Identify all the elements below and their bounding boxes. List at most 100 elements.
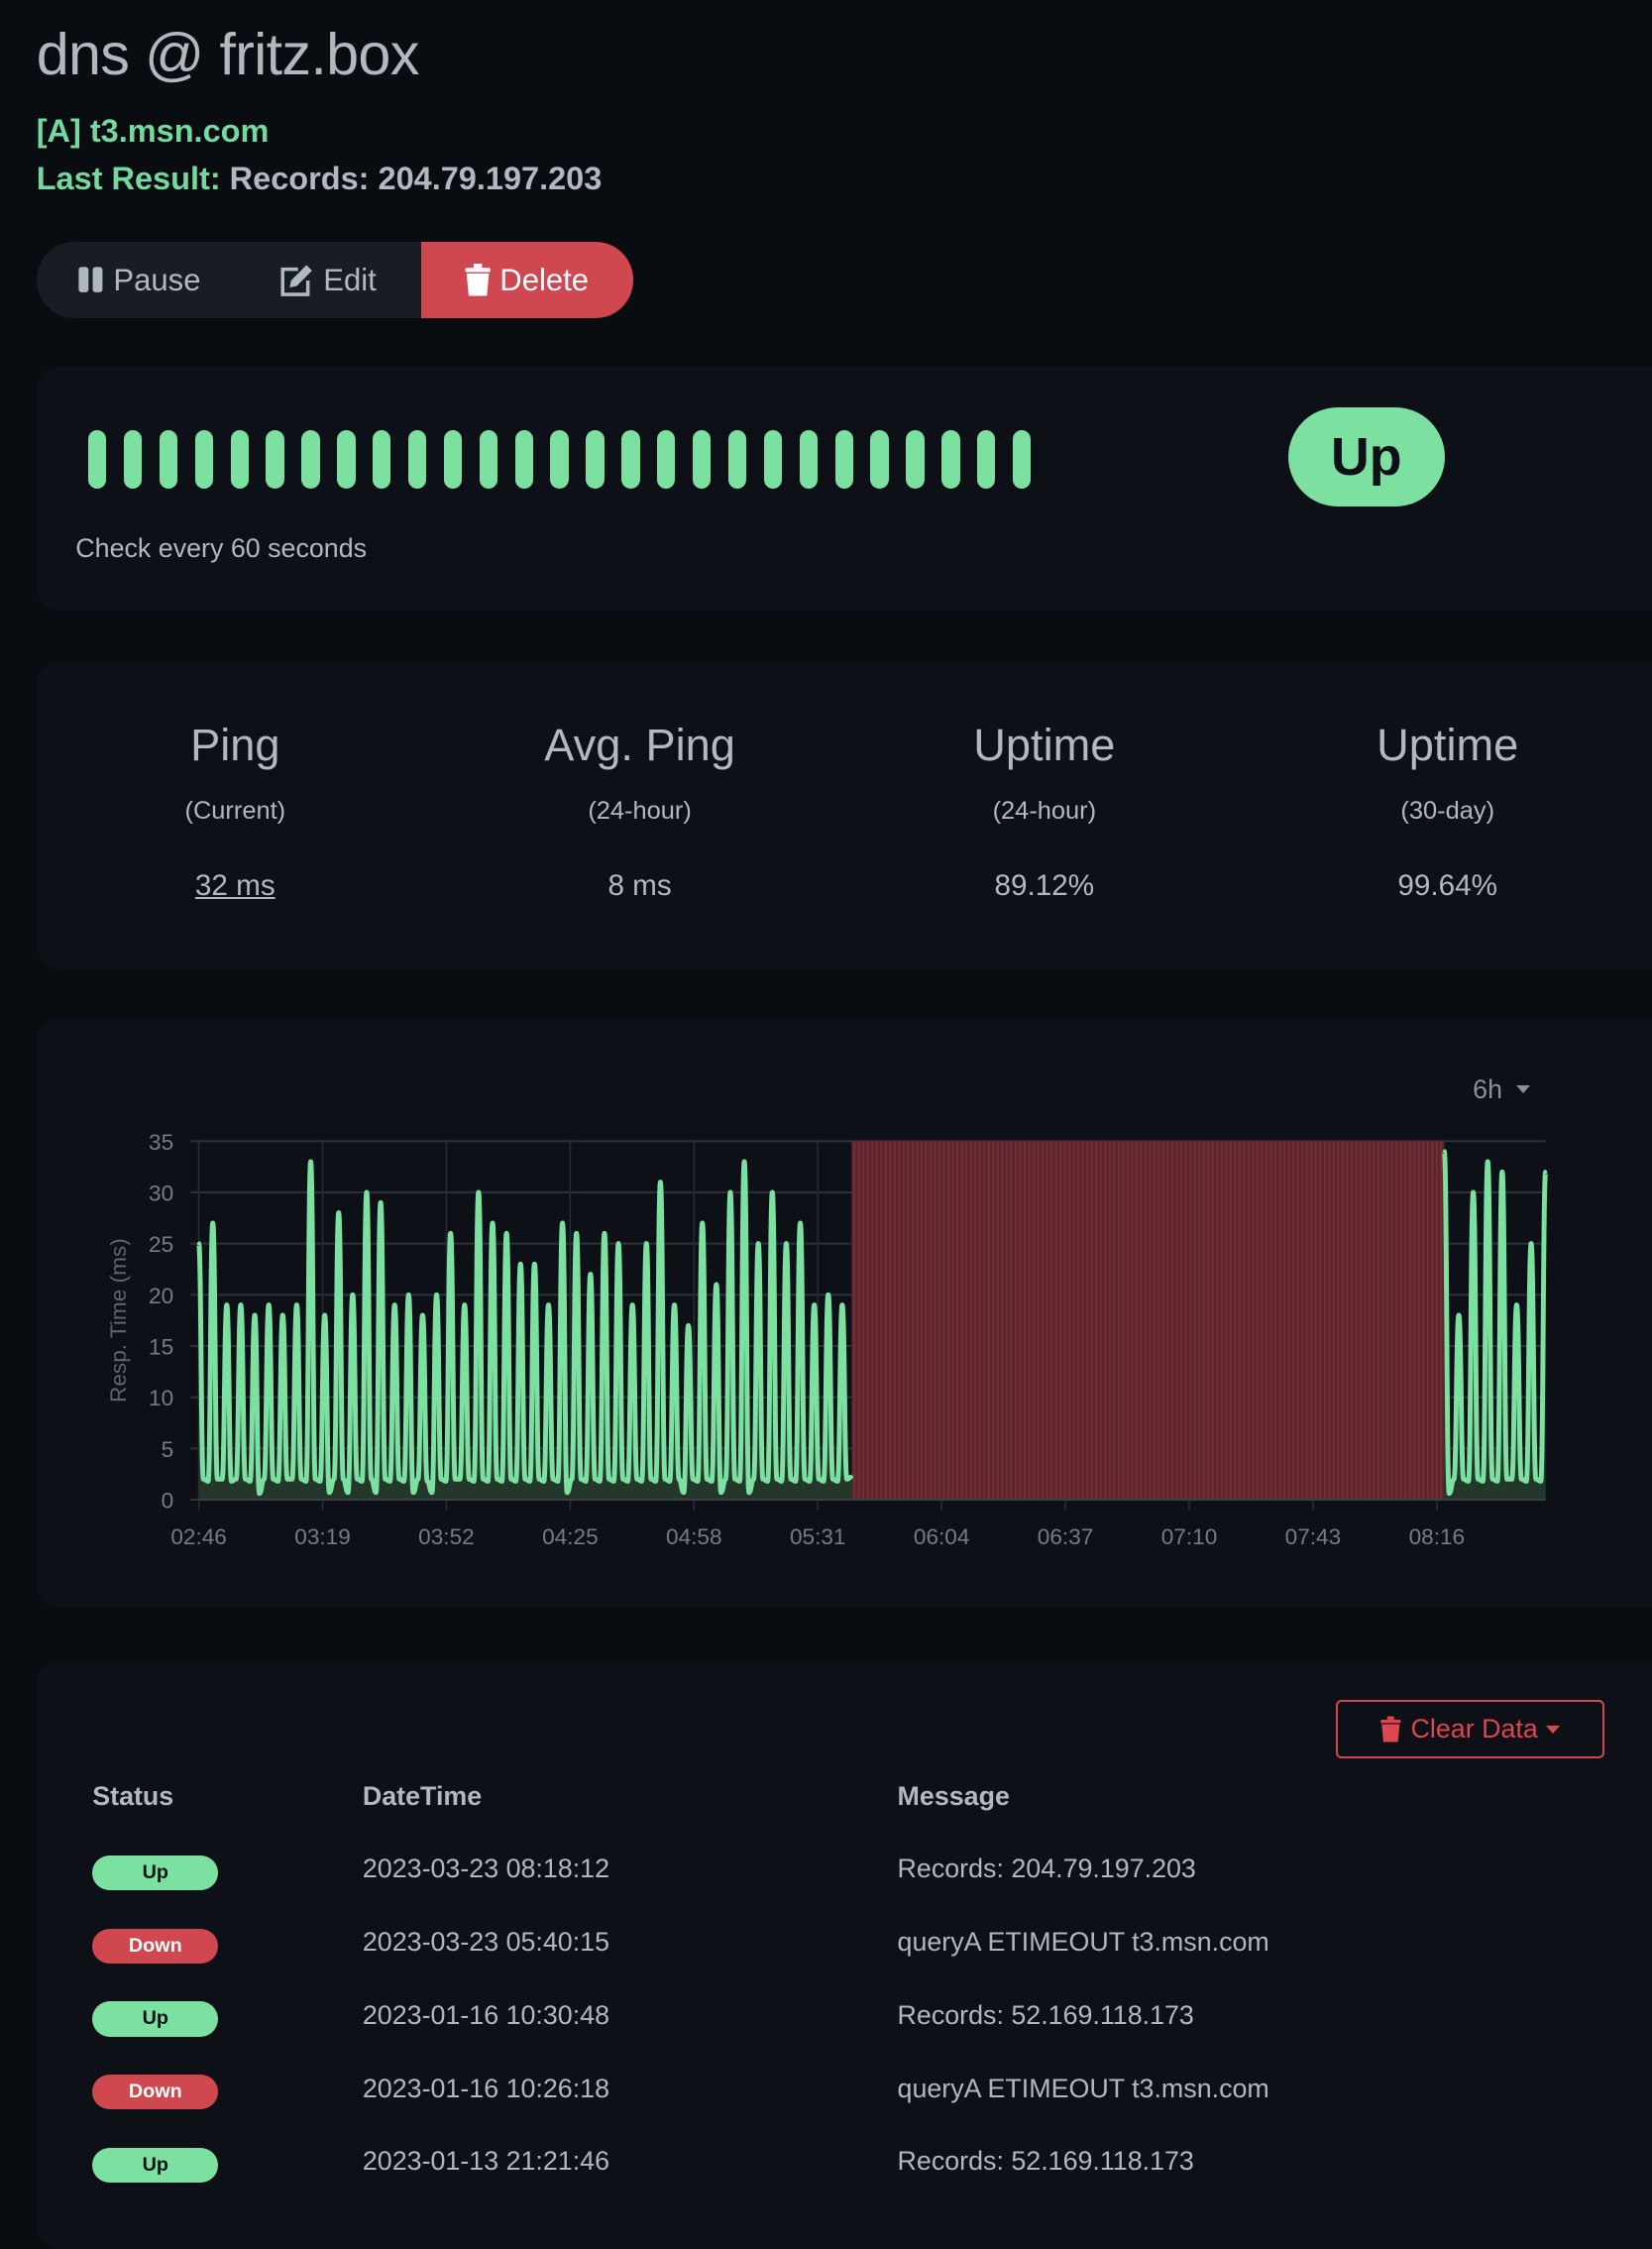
data-point <box>430 1491 434 1495</box>
data-point <box>775 1477 779 1482</box>
data-point <box>1509 1477 1514 1482</box>
heartbeat-up[interactable] <box>621 429 640 490</box>
data-point <box>1462 1477 1466 1482</box>
clear-data-button[interactable]: Clear Data <box>1335 1700 1604 1759</box>
data-point <box>294 1302 299 1307</box>
heartbeat-up[interactable] <box>834 429 853 490</box>
heartbeat-up[interactable] <box>194 429 213 490</box>
data-point <box>523 1477 527 1482</box>
data-point <box>710 1479 714 1484</box>
data-point <box>635 1477 639 1482</box>
y-tick-label: 25 <box>149 1232 173 1257</box>
response-time-chart: 0 5 10 15 20 25 30 35 02:46 03:19 03:52 04:25 04:58 0… <box>106 1130 1549 1549</box>
heartbeat-up[interactable] <box>1012 429 1032 490</box>
data-point <box>434 1293 439 1297</box>
data-point <box>365 1190 369 1194</box>
heartbeat-up[interactable] <box>941 429 960 490</box>
heartbeat-up[interactable] <box>407 429 427 490</box>
data-point <box>337 1210 341 1215</box>
data-point <box>705 1477 710 1482</box>
data-point <box>770 1190 775 1194</box>
x-tick-label: 04:25 <box>542 1524 599 1549</box>
data-point <box>234 1477 238 1482</box>
heartbeat-up[interactable] <box>230 429 249 490</box>
data-point <box>215 1477 220 1482</box>
data-point <box>379 1200 383 1205</box>
data-point <box>211 1221 215 1225</box>
data-point <box>1519 1477 1523 1482</box>
data-point <box>723 1477 727 1482</box>
data-point <box>369 1477 374 1482</box>
data-point <box>808 1479 812 1484</box>
data-point <box>556 1479 560 1484</box>
check-interval: Check every 60 seconds <box>75 533 368 564</box>
status-badge: Up <box>92 2147 219 2184</box>
event-datetime: 2023-03-23 05:40:15 <box>362 1927 610 1958</box>
heartbeat-up[interactable] <box>88 429 107 490</box>
data-point <box>584 1479 588 1484</box>
page-title: dns @ fritz.box <box>36 20 420 87</box>
data-point <box>206 1479 210 1484</box>
clear-data-label: Clear Data <box>1410 1714 1538 1744</box>
delete-button[interactable]: Delete <box>421 242 633 318</box>
heartbeat-up[interactable] <box>479 429 498 490</box>
data-point <box>248 1479 253 1484</box>
stats-card: Ping (Current) 32 ms Avg. Ping (24-hour)… <box>36 660 1652 969</box>
x-tick-label: 02:46 <box>170 1524 227 1549</box>
heartbeat-up[interactable] <box>693 429 712 490</box>
heartbeat-up[interactable] <box>123 429 143 490</box>
data-point <box>817 1477 822 1482</box>
heartbeat-up[interactable] <box>514 429 533 490</box>
y-axis-label: Resp. Time (ms) <box>106 1238 131 1403</box>
heartbeat-up[interactable] <box>373 429 391 490</box>
heartbeat-up[interactable] <box>550 429 569 490</box>
data-point <box>663 1477 667 1482</box>
stat-sub: (Current) <box>184 796 286 825</box>
data-point <box>272 1477 275 1482</box>
heartbeat-up[interactable] <box>266 429 284 490</box>
heartbeat-up[interactable] <box>727 429 747 490</box>
data-point <box>686 1323 691 1328</box>
data-point <box>822 1479 826 1484</box>
data-point <box>728 1190 732 1194</box>
y-tick-label: 0 <box>162 1488 174 1513</box>
heartbeat-up[interactable] <box>657 429 676 490</box>
data-point <box>551 1477 555 1482</box>
pause-button[interactable]: Pause <box>37 242 240 317</box>
data-point <box>732 1477 737 1482</box>
heartbeat-up[interactable] <box>301 429 320 490</box>
data-point <box>448 1231 453 1236</box>
event-message: Records: 204.79.197.203 <box>897 1854 1196 1884</box>
column-header-message: Message <box>897 1780 1010 1811</box>
data-point <box>527 1479 532 1484</box>
stat-title: Uptime <box>973 720 1116 771</box>
heartbeat-up[interactable] <box>763 429 783 490</box>
stat-title: Ping <box>190 720 280 771</box>
data-point <box>285 1477 289 1482</box>
stat-value[interactable]: 32 ms <box>54 869 417 903</box>
stat-sub: (30-day) <box>1400 796 1495 825</box>
data-point <box>653 1479 658 1484</box>
data-point <box>346 1491 350 1495</box>
chevron-down-icon <box>1516 1085 1531 1093</box>
event-message: queryA ETIMEOUT t3.msn.com <box>897 1927 1269 1958</box>
heartbeat-up[interactable] <box>159 429 178 490</box>
data-point <box>258 1492 262 1496</box>
heartbeat-up[interactable] <box>906 429 925 490</box>
heartbeat-up[interactable] <box>977 429 996 490</box>
data-point <box>751 1477 756 1482</box>
action-button-group: Pause Edit Delete <box>36 242 633 318</box>
heartbeat-up[interactable] <box>870 429 889 490</box>
data-point <box>332 1477 336 1482</box>
edit-button[interactable]: Edit <box>240 242 422 317</box>
data-point <box>570 1477 574 1482</box>
delete-label: Delete <box>499 262 590 297</box>
heartbeat-up[interactable] <box>586 429 605 490</box>
last-result: Last Result: Records: 204.79.197.203 <box>37 161 603 197</box>
heartbeat-up[interactable] <box>337 429 356 490</box>
heartbeat-up[interactable] <box>799 429 819 490</box>
data-point <box>439 1477 443 1482</box>
heartbeat-up[interactable] <box>443 429 463 490</box>
data-point <box>630 1302 634 1307</box>
range-select[interactable]: 6h <box>1473 1074 1531 1105</box>
